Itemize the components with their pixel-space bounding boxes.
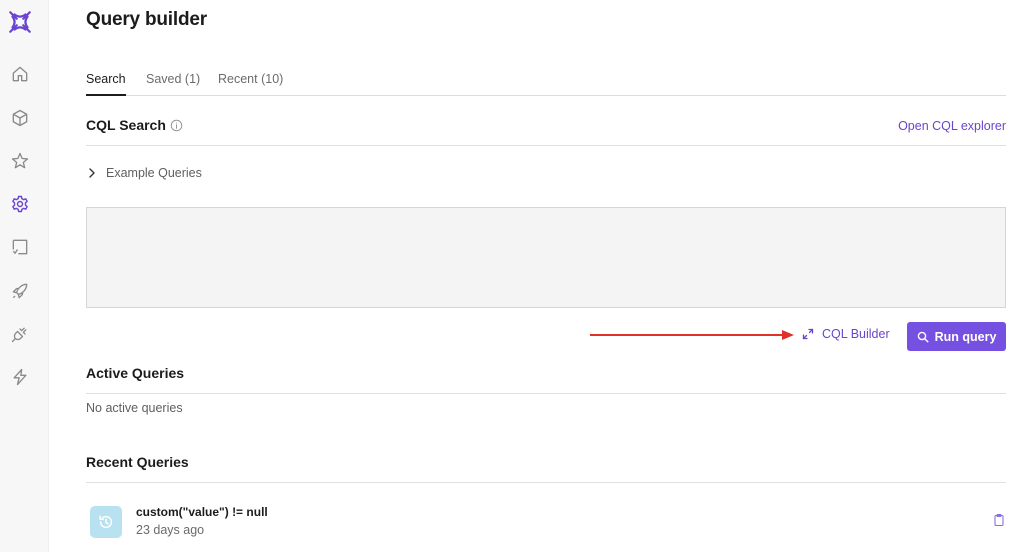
sidebar-item-launch[interactable] — [9, 280, 31, 302]
recent-query-text: custom("value") != null — [136, 505, 268, 519]
open-cql-explorer-link[interactable]: Open CQL explorer — [898, 119, 1006, 133]
cql-search-header: CQL Search Open CQL explorer — [86, 117, 1006, 146]
sidebar-item-catalog[interactable] — [9, 107, 31, 129]
logo-icon[interactable] — [7, 9, 33, 35]
chevron-right-icon — [89, 168, 95, 178]
history-badge — [90, 506, 122, 538]
expand-arrows-icon — [802, 328, 814, 340]
gear-icon — [12, 195, 28, 213]
home-icon — [12, 66, 28, 82]
cql-query-editor[interactable] — [86, 207, 1006, 308]
plug-icon — [11, 327, 27, 343]
example-queries-toggle[interactable]: Example Queries — [86, 166, 202, 180]
search-icon — [917, 331, 929, 342]
history-icon — [99, 515, 113, 529]
cql-search-title: CQL Search — [86, 117, 166, 133]
recent-queries-title: Recent Queries — [86, 454, 189, 470]
rocket-icon — [12, 283, 28, 299]
cql-builder-label: CQL Builder — [822, 327, 890, 341]
cql-builder-button[interactable]: CQL Builder — [802, 327, 890, 341]
sidebar-item-settings[interactable] — [9, 193, 31, 215]
sidebar-item-integrations[interactable] — [9, 323, 31, 345]
sidebar-item-actions[interactable] — [9, 366, 31, 388]
clipboard-icon[interactable] — [992, 513, 1006, 527]
checklist-icon — [12, 239, 28, 255]
recent-queries-header: Recent Queries — [86, 454, 1006, 483]
lightning-icon — [13, 368, 27, 386]
page-title: Query builder — [86, 9, 207, 30]
annotation-arrow — [590, 330, 794, 340]
recent-query-item[interactable]: custom("value") != null 23 days ago — [90, 505, 1006, 541]
recent-query-time: 23 days ago — [136, 523, 205, 537]
run-query-button[interactable]: Run query — [907, 322, 1006, 351]
tab-recent[interactable]: Recent (10) — [218, 72, 283, 94]
info-icon[interactable] — [170, 119, 183, 132]
sidebar-item-quality[interactable] — [9, 236, 31, 258]
tab-bar: Search Saved (1) Recent (10) — [86, 67, 1006, 96]
no-active-queries-text: No active queries — [86, 401, 183, 415]
cube-icon — [12, 109, 28, 127]
sidebar-item-favorites[interactable] — [9, 150, 31, 172]
tab-saved[interactable]: Saved (1) — [146, 72, 200, 94]
active-queries-header: Active Queries — [86, 365, 1006, 394]
run-query-label: Run query — [934, 329, 997, 344]
tab-search[interactable]: Search — [86, 72, 126, 96]
example-queries-label: Example Queries — [106, 166, 202, 180]
star-icon — [11, 152, 29, 169]
sidebar-item-home[interactable] — [9, 63, 31, 85]
sidebar — [0, 0, 49, 552]
active-queries-title: Active Queries — [86, 365, 185, 381]
